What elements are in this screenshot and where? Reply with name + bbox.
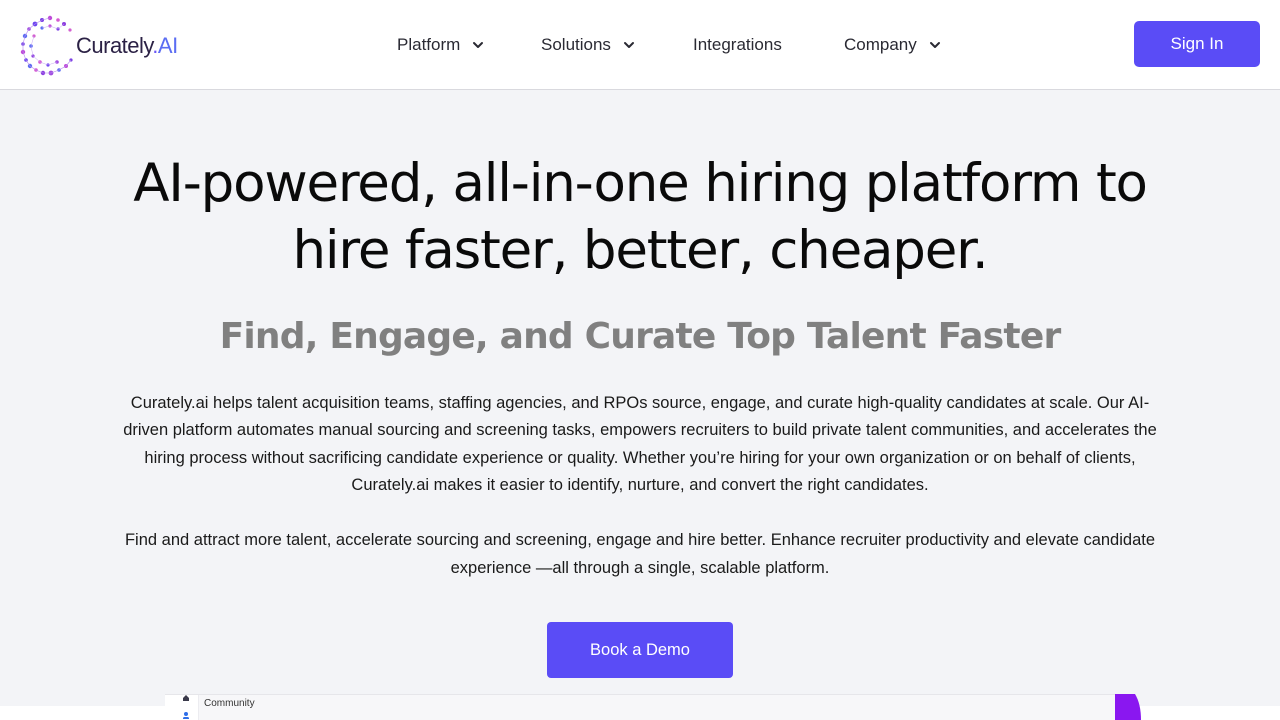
preview-section-label: Community: [204, 698, 255, 709]
hero-subheadline: Find, Engage, and Curate Top Talent Fast…: [219, 316, 1062, 357]
hero-headline: AI-powered, all-in-one hiring platform t…: [0, 150, 1280, 284]
chevron-down-icon: [473, 42, 484, 48]
main-nav: Platform Solutions Integrations Company: [0, 30, 1280, 60]
hero-summary: Find and attract more talent, accelerate…: [124, 531, 1156, 577]
product-preview: Community: [165, 694, 1115, 720]
headline-line-2: hire faster, better, cheaper.: [292, 220, 989, 281]
nav-item-label: Platform: [397, 35, 461, 54]
hero-description: Curately.ai helps talent acquisition tea…: [123, 394, 1157, 494]
preview-sidebar: [165, 695, 199, 720]
home-icon: [183, 695, 189, 701]
sign-in-button[interactable]: Sign In: [1134, 21, 1260, 67]
nav-item-platform[interactable]: Platform: [397, 30, 484, 60]
nav-item-integrations[interactable]: Integrations: [693, 30, 782, 60]
nav-item-label: Integrations: [693, 35, 782, 54]
book-demo-button[interactable]: Book a Demo: [547, 622, 733, 678]
decorative-shape: [1115, 694, 1141, 720]
chevron-down-icon: [929, 42, 940, 48]
nav-item-solutions[interactable]: Solutions: [541, 30, 635, 60]
nav-item-label: Solutions: [541, 35, 611, 54]
nav-item-company[interactable]: Company: [844, 30, 941, 60]
headline-line-1: AI-powered, all-in-one hiring platform t…: [133, 153, 1148, 214]
hero-section: AI-powered, all-in-one hiring platform t…: [0, 90, 1280, 706]
nav-item-label: Company: [844, 35, 917, 54]
site-header: Curately.AI Platform Solutions Integrati…: [0, 0, 1280, 90]
user-icon: [183, 712, 189, 719]
chevron-down-icon: [623, 42, 634, 48]
